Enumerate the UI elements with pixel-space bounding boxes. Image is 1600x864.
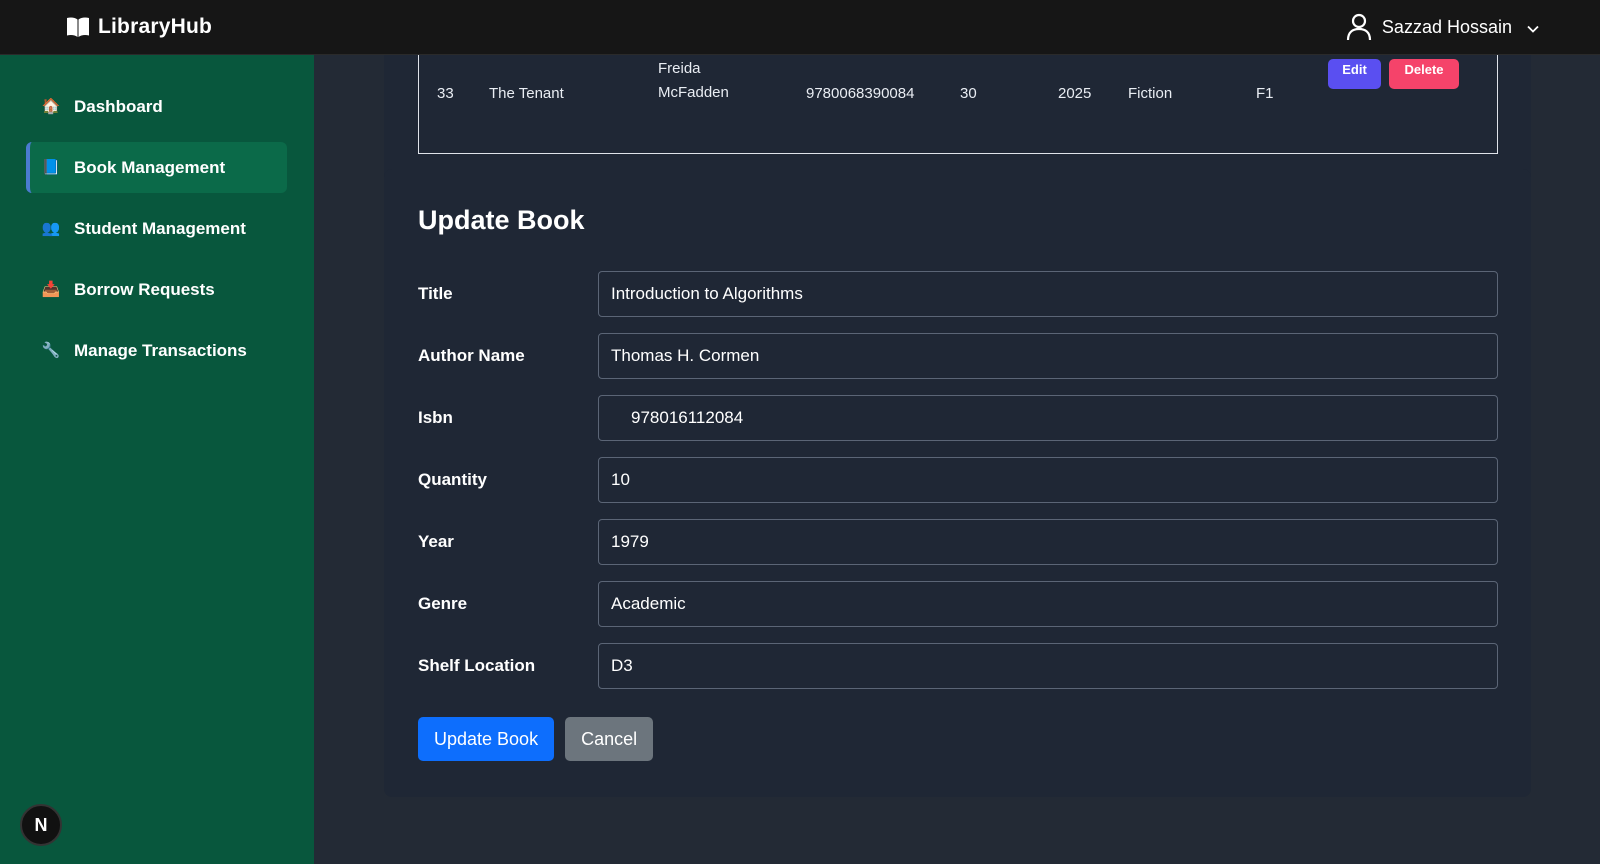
sidebar-item-book-management[interactable]: 📘 Book Management [26, 142, 287, 193]
user-menu[interactable]: Sazzad Hossain [1346, 13, 1540, 41]
users-icon: 👥 [41, 220, 61, 237]
form-title: Update Book [418, 205, 585, 235]
year-label: Year [418, 532, 454, 551]
cell-year: 2025 [1058, 84, 1092, 102]
author-label: Author Name [418, 346, 525, 365]
cell-shelf: F1 [1256, 84, 1274, 102]
isbn-label: Isbn [418, 408, 453, 427]
user-icon [1346, 13, 1372, 41]
author-line: McFadden [658, 84, 729, 101]
cell-isbn: 9780068390084 [806, 84, 915, 102]
form-row-isbn: Isbn [418, 395, 1498, 441]
cancel-button[interactable]: Cancel [565, 717, 654, 761]
brand-name: LibraryHub [98, 15, 213, 38]
quantity-input[interactable] [598, 457, 1498, 503]
sidebar-nav: 🏠 Dashboard 📘 Book Management 👥 Student … [0, 55, 314, 376]
shelf-location-input[interactable] [598, 643, 1498, 689]
sidebar-item-student-management[interactable]: 👥 Student Management [26, 203, 287, 254]
user-name: Sazzad Hossain [1381, 16, 1512, 37]
author-input[interactable] [598, 333, 1498, 379]
form-row-year: Year [418, 519, 1498, 565]
form-row-shelf: Shelf Location [418, 643, 1498, 689]
chevron-down-icon [1526, 20, 1540, 34]
sidebar-item-label: Book Management [74, 157, 226, 177]
brand[interactable]: LibraryHub [66, 15, 212, 39]
wrench-icon: 🔧 [41, 342, 61, 359]
cell-genre: Fiction [1128, 84, 1173, 102]
delete-button[interactable]: Delete [1389, 59, 1459, 89]
edit-button[interactable]: Edit [1328, 59, 1381, 89]
sidebar-item-label: Student Management [74, 218, 246, 238]
sidebar-item-borrow-requests[interactable]: 📥 Borrow Requests [26, 264, 287, 315]
update-book-form: Update Book Title Author Name Isbn Quant… [384, 169, 1531, 797]
sidebar: 🏠 Dashboard 📘 Book Management 👥 Student … [0, 55, 314, 864]
book-open-icon [66, 16, 90, 38]
cell-quantity: 30 [960, 84, 977, 102]
form-actions: Update Book Cancel [418, 717, 654, 761]
top-navbar: LibraryHub Sazzad Hossain [0, 0, 1600, 55]
year-input[interactable] [598, 519, 1498, 565]
sidebar-item-dashboard[interactable]: 🏠 Dashboard [26, 81, 287, 132]
form-row-author: Author Name [418, 333, 1498, 379]
inbox-tray-icon: 📥 [41, 281, 61, 298]
sidebar-item-label: Dashboard [74, 96, 163, 116]
title-label: Title [418, 284, 453, 303]
title-input[interactable] [598, 271, 1498, 317]
shelf-location-label: Shelf Location [418, 656, 536, 675]
quantity-label: Quantity [418, 470, 487, 489]
sidebar-item-manage-transactions[interactable]: 🔧 Manage Transactions [26, 325, 287, 376]
genre-input[interactable] [598, 581, 1498, 627]
author-line: Freida [658, 60, 701, 77]
main-content: 33 The Tenant Freida McFadden 9780068390… [314, 15, 1600, 864]
isbn-input[interactable] [598, 395, 1498, 441]
cell-author: Freida McFadden [658, 51, 729, 111]
cell-id: 33 [437, 84, 454, 102]
house-icon: 🏠 [41, 98, 61, 115]
cell-title: The Tenant [489, 84, 564, 102]
sidebar-item-label: Borrow Requests [74, 279, 215, 299]
sidebar-item-label: Manage Transactions [74, 340, 247, 360]
form-row-title: Title [418, 271, 1498, 317]
dev-tools-badge[interactable]: N [20, 804, 62, 846]
book-icon: 📘 [41, 159, 61, 176]
update-book-button[interactable]: Update Book [418, 717, 555, 761]
table-row: 33 The Tenant Freida McFadden 9780068390… [419, 59, 1497, 123]
genre-label: Genre [418, 594, 468, 613]
form-row-genre: Genre [418, 581, 1498, 627]
form-row-quantity: Quantity [418, 457, 1498, 503]
